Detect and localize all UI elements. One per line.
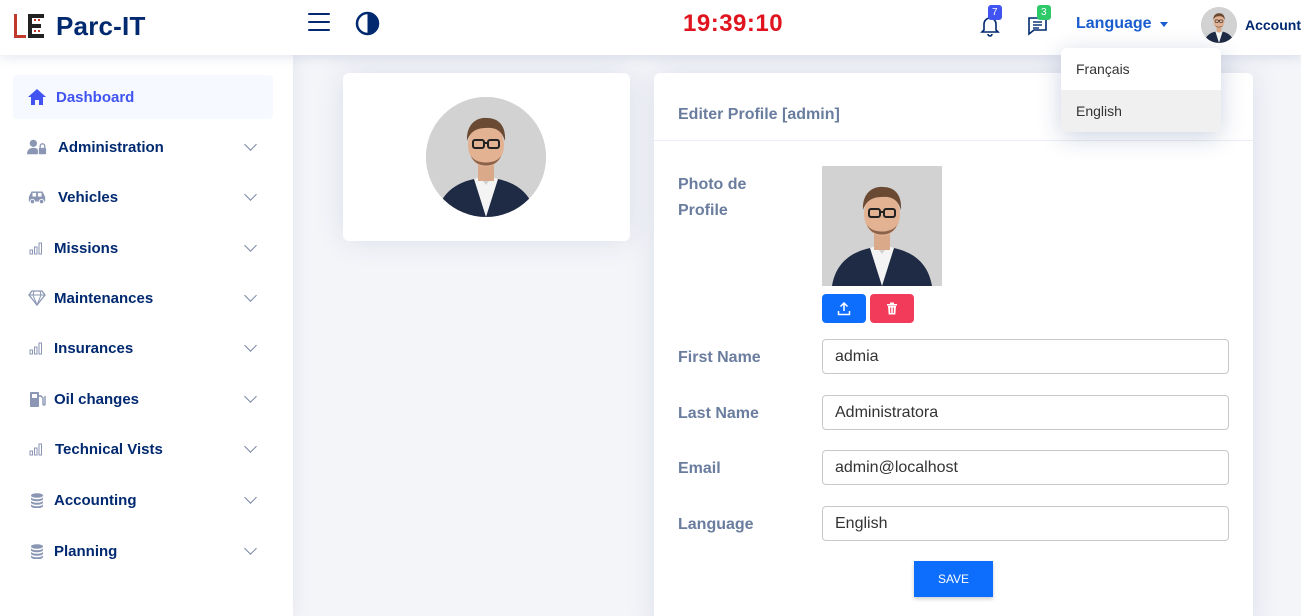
logo-mark-icon	[12, 11, 50, 41]
sidebar-item-label: Accounting	[54, 491, 137, 509]
sidebar-item-label: Planning	[54, 542, 118, 560]
language-option-english[interactable]: English	[1061, 90, 1221, 132]
photo-label: Photo de Profile	[678, 172, 746, 224]
bar-chart-icon	[27, 440, 47, 458]
save-button[interactable]: SAVE	[914, 561, 993, 597]
photo-label-line1: Photo de	[678, 176, 747, 193]
delete-photo-button[interactable]	[870, 294, 914, 323]
app-name: Parc-IT	[56, 10, 146, 41]
sidebar-toggle-icon[interactable]	[308, 13, 330, 33]
sidebar-item-label: Oil changes	[54, 390, 140, 408]
form-title-text: Editer Profile	[678, 106, 778, 123]
user-lock-icon	[27, 138, 47, 156]
sidebar-item-technical-vists[interactable]: Technical Vists	[13, 427, 273, 471]
last-name-label: Last Name	[678, 405, 759, 422]
sidebar-item-label: Vehicles	[58, 188, 119, 206]
app-logo[interactable]: Parc-IT	[12, 9, 146, 43]
sidebar-item-oil-changes[interactable]: Oil changes	[13, 377, 273, 421]
sidebar-item-insurances[interactable]: Insurances	[13, 326, 273, 370]
chevron-down-icon	[244, 188, 257, 201]
last-name-field[interactable]: Administratora	[822, 395, 1229, 430]
coins-icon	[27, 542, 47, 560]
edit-profile-card: Editer Profile [admin] Photo de Profile …	[654, 73, 1253, 616]
chevron-down-icon	[244, 390, 257, 403]
sidebar-item-dashboard[interactable]: Dashboard	[13, 75, 273, 119]
sidebar-item-label: Dashboard	[56, 88, 135, 106]
language-label: Language	[678, 516, 754, 533]
language-field[interactable]: English	[822, 506, 1229, 541]
profile-photo-card	[343, 73, 630, 241]
sidebar-item-accounting[interactable]: Accounting	[13, 478, 273, 522]
sidebar-item-missions[interactable]: Missions	[13, 226, 273, 270]
first-name-field[interactable]: admia	[822, 339, 1229, 374]
sidebar-item-planning[interactable]: Planning	[13, 529, 273, 573]
sidebar-item-maintenances[interactable]: Maintenances	[13, 276, 273, 320]
chevron-down-icon	[244, 440, 257, 453]
sidebar: Dashboard Administration Vehicles Missio…	[0, 55, 293, 616]
caret-down-icon	[1159, 21, 1168, 27]
sidebar-item-label: Missions	[54, 239, 119, 257]
sidebar-item-label: Administration	[58, 138, 164, 156]
divider	[654, 140, 1253, 141]
email-field[interactable]: admin@localhost	[822, 450, 1229, 485]
first-name-label: First Name	[678, 349, 761, 366]
sidebar-item-administration[interactable]: Administration	[13, 125, 273, 169]
top-header: Parc-IT 19:39:10 7 3 Language Account	[0, 0, 1301, 55]
coins-icon	[27, 491, 47, 509]
clock-display: 19:39:10	[683, 10, 784, 37]
chevron-down-icon	[244, 491, 257, 504]
sidebar-item-label: Insurances	[54, 339, 134, 357]
language-dropdown-menu: Français English	[1061, 48, 1221, 132]
chevron-down-icon	[244, 542, 257, 555]
language-dropdown-toggle[interactable]: Language	[1076, 15, 1168, 33]
chevron-down-icon	[244, 138, 257, 151]
form-title-username: [admin]	[782, 106, 840, 123]
account-menu[interactable]: Account	[1245, 17, 1301, 33]
gem-icon	[27, 289, 47, 307]
sidebar-item-label: Maintenances	[54, 289, 154, 307]
language-option-francais[interactable]: Français	[1061, 48, 1221, 90]
photo-label-line2: Profile	[678, 202, 728, 219]
sidebar-item-vehicles[interactable]: Vehicles	[13, 175, 273, 219]
notifications-badge: 7	[988, 5, 1002, 20]
bar-chart-icon	[27, 239, 47, 257]
upload-photo-button[interactable]	[822, 294, 866, 323]
profile-avatar	[426, 97, 546, 217]
chevron-down-icon	[244, 239, 257, 252]
chevron-down-icon	[244, 289, 257, 302]
chevron-down-icon	[244, 339, 257, 352]
car-icon	[27, 188, 47, 206]
messages-badge: 3	[1037, 5, 1051, 20]
profile-photo-preview	[822, 166, 942, 286]
theme-toggle-icon[interactable]	[355, 11, 380, 36]
sidebar-item-label: Technical Vists	[55, 440, 163, 458]
form-title: Editer Profile [admin]	[678, 106, 840, 124]
avatar[interactable]	[1201, 7, 1237, 43]
language-toggle-label: Language	[1076, 15, 1152, 32]
email-label: Email	[678, 460, 721, 477]
home-icon	[27, 88, 47, 106]
trash-icon	[887, 302, 897, 315]
bar-chart-icon	[27, 339, 47, 357]
gas-pump-icon	[27, 390, 47, 408]
upload-icon	[837, 301, 851, 315]
